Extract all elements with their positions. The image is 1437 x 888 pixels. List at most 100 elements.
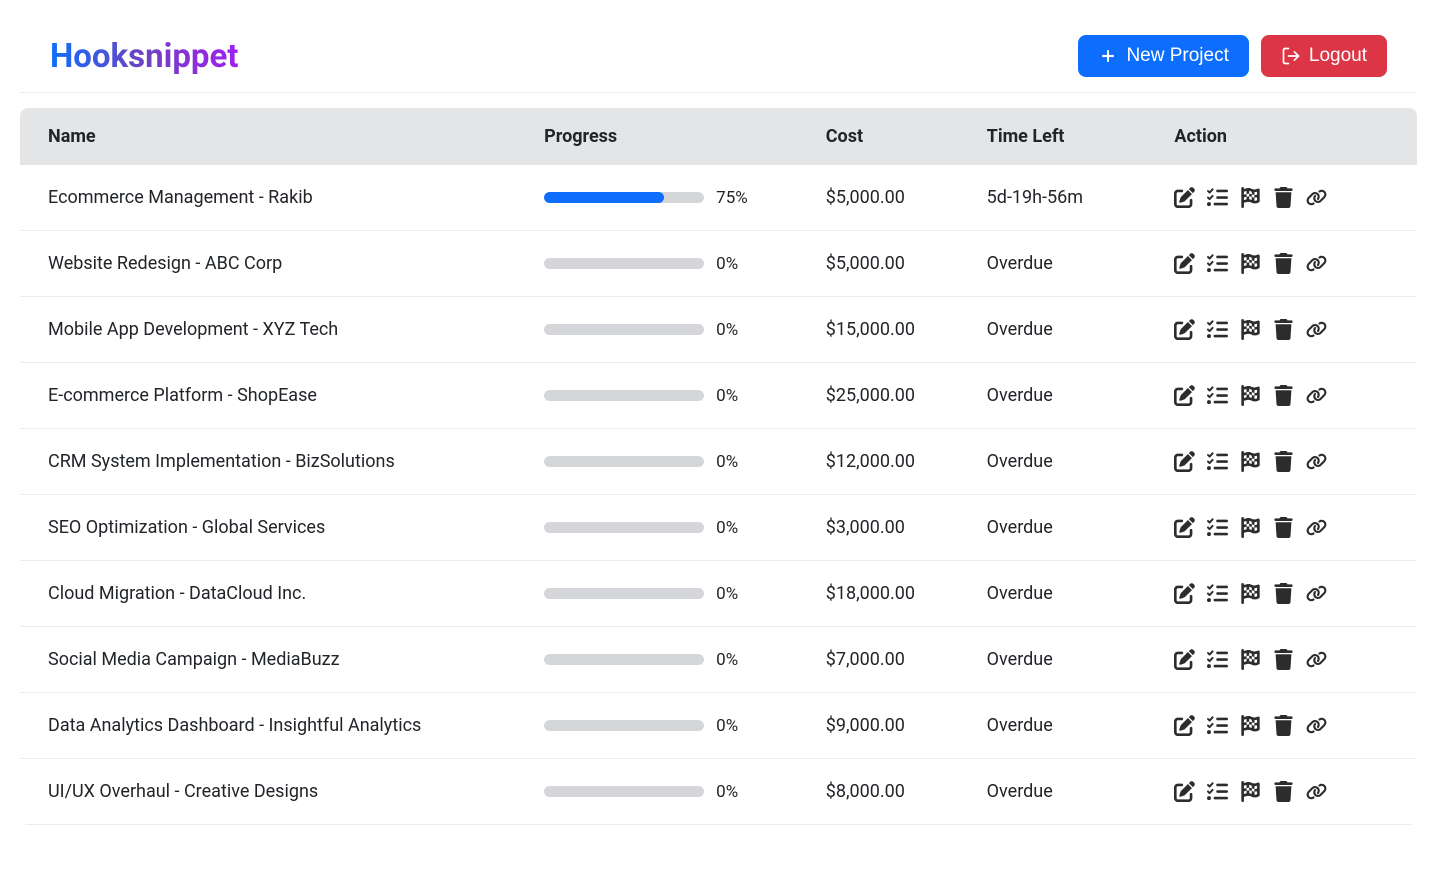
trash-icon[interactable] bbox=[1273, 517, 1294, 538]
edit-icon[interactable] bbox=[1174, 649, 1195, 670]
trash-icon[interactable] bbox=[1273, 187, 1294, 208]
table-row: CRM System Implementation - BizSolutions… bbox=[20, 429, 1417, 495]
edit-icon[interactable] bbox=[1174, 187, 1195, 208]
tasks-icon[interactable] bbox=[1207, 187, 1228, 208]
progress-bar bbox=[544, 786, 704, 797]
project-name: SEO Optimization - Global Services bbox=[48, 517, 544, 538]
project-name: Social Media Campaign - MediaBuzz bbox=[48, 649, 544, 670]
progress-label: 0% bbox=[716, 716, 738, 736]
link-icon[interactable] bbox=[1306, 715, 1327, 736]
progress-label: 0% bbox=[716, 518, 738, 538]
logout-button[interactable]: Logout bbox=[1261, 35, 1387, 77]
flag-icon[interactable] bbox=[1240, 187, 1261, 208]
trash-icon[interactable] bbox=[1273, 385, 1294, 406]
project-cost: $9,000.00 bbox=[826, 715, 987, 736]
tasks-icon[interactable] bbox=[1207, 517, 1228, 538]
project-timeleft: Overdue bbox=[987, 385, 1175, 406]
header: Hooksnippet New Project Logout bbox=[20, 20, 1417, 93]
edit-icon[interactable] bbox=[1174, 781, 1195, 802]
tasks-icon[interactable] bbox=[1207, 451, 1228, 472]
progress-label: 0% bbox=[716, 782, 738, 802]
flag-icon[interactable] bbox=[1240, 319, 1261, 340]
flag-icon[interactable] bbox=[1240, 715, 1261, 736]
trash-icon[interactable] bbox=[1273, 649, 1294, 670]
flag-icon[interactable] bbox=[1240, 583, 1261, 604]
table-row: UI/UX Overhaul - Creative Designs 0% $8,00… bbox=[20, 759, 1417, 825]
tasks-icon[interactable] bbox=[1207, 715, 1228, 736]
edit-icon[interactable] bbox=[1174, 385, 1195, 406]
edit-icon[interactable] bbox=[1174, 253, 1195, 274]
header-actions: New Project Logout bbox=[1078, 35, 1387, 77]
table-row: Ecommerce Management - Rakib75%$5,000.00… bbox=[20, 165, 1417, 231]
tasks-icon[interactable] bbox=[1207, 781, 1228, 802]
link-icon[interactable] bbox=[1306, 187, 1327, 208]
progress-fill bbox=[544, 192, 664, 203]
progress-label: 75% bbox=[716, 188, 748, 208]
progress-bar bbox=[544, 192, 704, 203]
edit-icon[interactable] bbox=[1174, 319, 1195, 340]
link-icon[interactable] bbox=[1306, 781, 1327, 802]
flag-icon[interactable] bbox=[1240, 517, 1261, 538]
flag-icon[interactable] bbox=[1240, 649, 1261, 670]
progress-label: 0% bbox=[716, 650, 738, 670]
progress-label: 0% bbox=[716, 320, 738, 340]
tasks-icon[interactable] bbox=[1207, 319, 1228, 340]
flag-icon[interactable] bbox=[1240, 253, 1261, 274]
table-row: SEO Optimization - Global Services0%$3,0… bbox=[20, 495, 1417, 561]
progress-bar bbox=[544, 456, 704, 467]
project-cost: $15,000.00 bbox=[826, 319, 987, 340]
trash-icon[interactable] bbox=[1273, 451, 1294, 472]
progress-bar bbox=[544, 258, 704, 269]
projects-table: Name Progress Cost Time Left Action Ecom… bbox=[20, 108, 1417, 825]
progress-cell: 0% bbox=[544, 452, 826, 472]
col-action: Action bbox=[1174, 126, 1389, 147]
flag-icon[interactable] bbox=[1240, 781, 1261, 802]
progress-bar bbox=[544, 522, 704, 533]
link-icon[interactable] bbox=[1306, 319, 1327, 340]
progress-bar bbox=[544, 324, 704, 335]
progress-cell: 0% bbox=[544, 254, 826, 274]
brand-logo[interactable]: Hooksnippet bbox=[50, 37, 238, 76]
edit-icon[interactable] bbox=[1174, 583, 1195, 604]
flag-icon[interactable] bbox=[1240, 451, 1261, 472]
col-progress: Progress bbox=[544, 126, 826, 147]
edit-icon[interactable] bbox=[1174, 517, 1195, 538]
progress-label: 0% bbox=[716, 584, 738, 604]
link-icon[interactable] bbox=[1306, 583, 1327, 604]
progress-bar bbox=[544, 654, 704, 665]
progress-cell: 75% bbox=[544, 188, 826, 208]
edit-icon[interactable] bbox=[1174, 451, 1195, 472]
project-name: CRM System Implementation - BizSolutions bbox=[48, 451, 544, 472]
plus-icon bbox=[1098, 46, 1118, 66]
actions-cell bbox=[1174, 187, 1389, 208]
link-icon[interactable] bbox=[1306, 253, 1327, 274]
actions-cell bbox=[1174, 781, 1389, 802]
flag-icon[interactable] bbox=[1240, 385, 1261, 406]
link-icon[interactable] bbox=[1306, 517, 1327, 538]
project-cost: $7,000.00 bbox=[826, 649, 987, 670]
tasks-icon[interactable] bbox=[1207, 253, 1228, 274]
project-name: Website Redesign - ABC Corp bbox=[48, 253, 544, 274]
project-cost: $8,000.00 bbox=[826, 781, 987, 802]
col-timeleft: Time Left bbox=[987, 126, 1175, 147]
progress-cell: 0% bbox=[544, 782, 826, 802]
link-icon[interactable] bbox=[1306, 649, 1327, 670]
progress-label: 0% bbox=[716, 386, 738, 406]
link-icon[interactable] bbox=[1306, 385, 1327, 406]
link-icon[interactable] bbox=[1306, 451, 1327, 472]
project-timeleft: 5d-19h-56m bbox=[987, 187, 1175, 208]
tasks-icon[interactable] bbox=[1207, 649, 1228, 670]
trash-icon[interactable] bbox=[1273, 715, 1294, 736]
project-cost: $5,000.00 bbox=[826, 253, 987, 274]
trash-icon[interactable] bbox=[1273, 253, 1294, 274]
progress-bar bbox=[544, 588, 704, 599]
trash-icon[interactable] bbox=[1273, 319, 1294, 340]
actions-cell bbox=[1174, 253, 1389, 274]
tasks-icon[interactable] bbox=[1207, 583, 1228, 604]
trash-icon[interactable] bbox=[1273, 781, 1294, 802]
new-project-button[interactable]: New Project bbox=[1078, 35, 1248, 77]
project-name: UI/UX Overhaul - Creative Designs bbox=[48, 781, 544, 802]
trash-icon[interactable] bbox=[1273, 583, 1294, 604]
tasks-icon[interactable] bbox=[1207, 385, 1228, 406]
edit-icon[interactable] bbox=[1174, 715, 1195, 736]
